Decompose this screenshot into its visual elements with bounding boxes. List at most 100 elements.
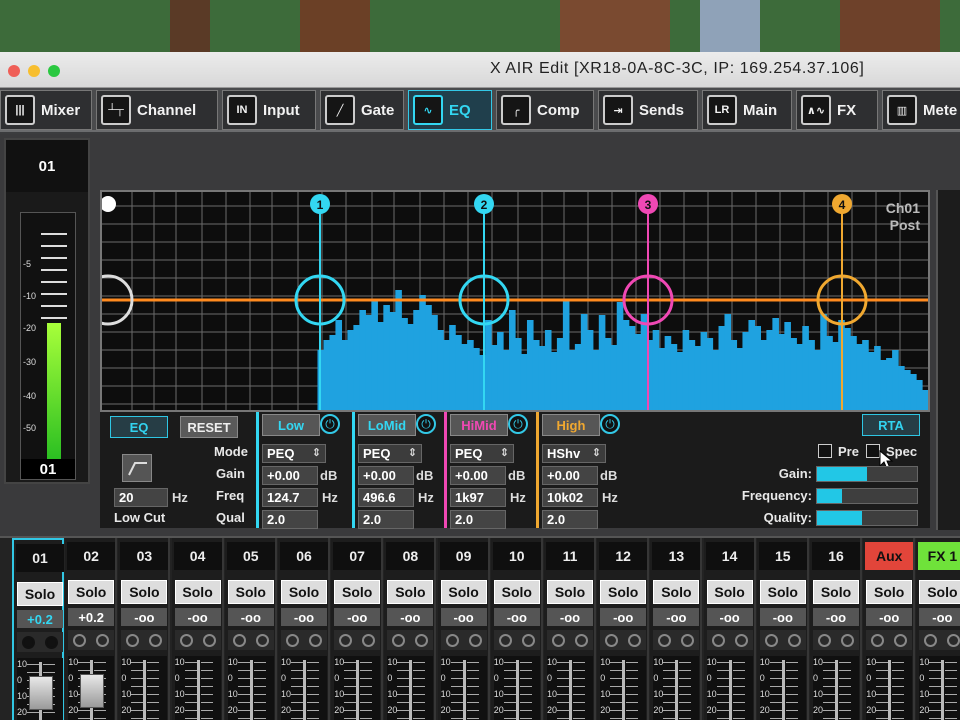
channel-fader[interactable]: 10 0 10 20 bbox=[281, 656, 327, 720]
band-low-button[interactable]: Low bbox=[262, 414, 320, 436]
tab-input[interactable]: IN Input bbox=[222, 90, 316, 130]
channel-number[interactable]: 05 bbox=[226, 542, 275, 570]
reset-button[interactable]: RESET bbox=[180, 416, 238, 438]
solo-button[interactable]: Solo bbox=[706, 580, 753, 604]
tab-eq[interactable]: ∿ EQ bbox=[408, 90, 492, 130]
channel-number[interactable]: 15 bbox=[758, 542, 807, 570]
tab-comp[interactable]: ╭ Comp bbox=[496, 90, 594, 130]
solo-button[interactable]: Solo bbox=[493, 580, 540, 604]
solo-button[interactable]: Solo bbox=[227, 580, 274, 604]
maximize-window-button[interactable] bbox=[48, 65, 60, 77]
mixer-channel-12[interactable]: 12 Solo -oo 10 0 10 20 bbox=[597, 538, 650, 720]
band-freq-field[interactable]: 10k02 bbox=[542, 488, 598, 507]
band-gain-field[interactable]: +0.00 bbox=[262, 466, 318, 485]
mixer-channel-01[interactable]: 01 Solo +0.2 10 0 10 20 bbox=[12, 538, 64, 720]
fader-cap[interactable] bbox=[29, 676, 53, 711]
mixer-channel-05[interactable]: 05 Solo -oo 10 0 10 20 bbox=[224, 538, 277, 720]
channel-number[interactable]: 09 bbox=[439, 542, 488, 570]
band-himid-button[interactable]: HiMid bbox=[450, 414, 508, 436]
mixer-channel-03[interactable]: 03 Solo -oo 10 0 10 20 bbox=[118, 538, 171, 720]
solo-button[interactable]: Solo bbox=[17, 582, 63, 606]
mixer-channel-04[interactable]: 04 Solo -oo 10 0 10 20 bbox=[171, 538, 224, 720]
channel-number[interactable]: 06 bbox=[280, 542, 328, 570]
channel-fader[interactable]: 10 0 10 20 bbox=[174, 656, 221, 720]
mixer-channel-16[interactable]: 16 Solo -oo 10 0 10 20 bbox=[810, 538, 862, 720]
channel-number[interactable]: 01 bbox=[16, 544, 64, 572]
band-gain-field[interactable]: +0.00 bbox=[450, 466, 506, 485]
solo-button[interactable]: Solo bbox=[600, 580, 647, 604]
rta-button[interactable]: RTA bbox=[862, 414, 920, 436]
channel-fader[interactable]: 10 0 10 20 bbox=[600, 656, 647, 720]
mixer-channel-06[interactable]: 06 Solo -oo 10 0 10 20 bbox=[278, 538, 330, 720]
solo-button[interactable]: Solo bbox=[440, 580, 487, 604]
band-q-field[interactable]: 2.0 bbox=[262, 510, 318, 529]
tab-fx[interactable]: ∧∿ FX bbox=[796, 90, 878, 130]
channel-fader[interactable]: 10 0 10 20 bbox=[334, 656, 381, 720]
channel-fader[interactable]: 10 0 10 20 bbox=[866, 656, 913, 720]
channel-number[interactable]: Aux bbox=[865, 542, 914, 570]
channel-number[interactable]: 11 bbox=[546, 542, 594, 570]
channel-fader[interactable]: 10 0 10 20 bbox=[68, 656, 115, 720]
tab-mete[interactable]: ▥ Mete bbox=[882, 90, 960, 130]
channel-fader[interactable]: 10 0 10 20 bbox=[493, 656, 540, 720]
power-icon[interactable]: ⏻ bbox=[416, 414, 436, 434]
channel-number[interactable]: 07 bbox=[333, 542, 382, 570]
pre-checkbox[interactable] bbox=[818, 444, 832, 458]
solo-button[interactable]: Solo bbox=[547, 580, 593, 604]
channel-fader[interactable]: 10 0 10 20 bbox=[919, 656, 960, 720]
mixer-channel-14[interactable]: 14 Solo -oo 10 0 10 20 bbox=[703, 538, 756, 720]
solo-button[interactable]: Solo bbox=[68, 580, 115, 604]
mixer-channel-11[interactable]: 11 Solo -oo 10 0 10 20 bbox=[544, 538, 596, 720]
fader-cap[interactable] bbox=[80, 674, 105, 709]
band-mode-field[interactable]: HShv ⇕ bbox=[542, 444, 606, 463]
band-freq-field[interactable]: 1k97 bbox=[450, 488, 506, 507]
band-mode-field[interactable]: PEQ ⇕ bbox=[262, 444, 326, 463]
rta-gain-slider[interactable] bbox=[816, 466, 918, 482]
solo-button[interactable]: Solo bbox=[121, 580, 168, 604]
power-icon[interactable]: ⏻ bbox=[320, 414, 340, 434]
solo-button[interactable]: Solo bbox=[334, 580, 381, 604]
solo-button[interactable]: Solo bbox=[866, 580, 913, 604]
channel-number[interactable]: 08 bbox=[386, 542, 435, 570]
channel-fader[interactable]: 10 0 10 20 bbox=[813, 656, 859, 720]
band-mode-field[interactable]: PEQ ⇕ bbox=[358, 444, 422, 463]
channel-number[interactable]: 12 bbox=[599, 542, 648, 570]
channel-number[interactable]: 03 bbox=[120, 542, 169, 570]
mixer-channel-02[interactable]: 02 Solo +0.2 10 0 10 20 bbox=[65, 538, 118, 720]
channel-fader[interactable]: 10 0 10 20 bbox=[547, 656, 593, 720]
power-icon[interactable]: ⏻ bbox=[508, 414, 528, 434]
channel-fader[interactable]: 10 0 10 20 bbox=[759, 656, 806, 720]
rta-quality-slider[interactable] bbox=[816, 510, 918, 526]
solo-button[interactable]: Solo bbox=[174, 580, 221, 604]
channel-fader[interactable]: 10 0 10 20 bbox=[17, 658, 63, 720]
mixer-channel-15[interactable]: 15 Solo -oo 10 0 10 20 bbox=[756, 538, 809, 720]
minimize-window-button[interactable] bbox=[28, 65, 40, 77]
mixer-channel-07[interactable]: 07 Solo -oo 10 0 10 20 bbox=[331, 538, 384, 720]
band-mode-field[interactable]: PEQ ⇕ bbox=[450, 444, 514, 463]
close-window-button[interactable] bbox=[8, 65, 20, 77]
channel-number[interactable]: 16 bbox=[812, 542, 860, 570]
band-lomid-button[interactable]: LoMid bbox=[358, 414, 416, 436]
mixer-channel-fx-1[interactable]: FX 1 Solo -oo 10 0 10 20 bbox=[916, 538, 960, 720]
channel-number[interactable]: 14 bbox=[705, 542, 754, 570]
channel-fader[interactable]: 10 0 10 20 bbox=[440, 656, 487, 720]
mixer-channel-aux[interactable]: Aux Solo -oo 10 0 10 20 bbox=[863, 538, 916, 720]
power-icon[interactable]: ⏻ bbox=[600, 414, 620, 434]
channel-number[interactable]: 02 bbox=[67, 542, 116, 570]
channel-fader[interactable]: 10 0 10 20 bbox=[227, 656, 274, 720]
solo-button[interactable]: Solo bbox=[387, 580, 434, 604]
tab-main[interactable]: LR Main bbox=[702, 90, 792, 130]
mixer-channel-10[interactable]: 10 Solo -oo 10 0 10 20 bbox=[490, 538, 543, 720]
channel-number[interactable]: 04 bbox=[173, 542, 222, 570]
solo-button[interactable]: Solo bbox=[281, 580, 327, 604]
band-q-field[interactable]: 2.0 bbox=[542, 510, 598, 529]
mixer-channel-08[interactable]: 08 Solo -oo 10 0 10 20 bbox=[384, 538, 437, 720]
tab-gate[interactable]: ╱ Gate bbox=[320, 90, 404, 130]
channel-number[interactable]: 13 bbox=[652, 542, 701, 570]
band-gain-field[interactable]: +0.00 bbox=[542, 466, 598, 485]
channel-fader[interactable]: 10 0 10 20 bbox=[653, 656, 700, 720]
low-cut-freq[interactable]: 20 bbox=[114, 488, 168, 507]
rta-frequency-slider[interactable] bbox=[816, 488, 918, 504]
eq-enable-button[interactable]: EQ bbox=[110, 416, 168, 438]
tab-mixer[interactable]: ||| Mixer bbox=[0, 90, 92, 130]
